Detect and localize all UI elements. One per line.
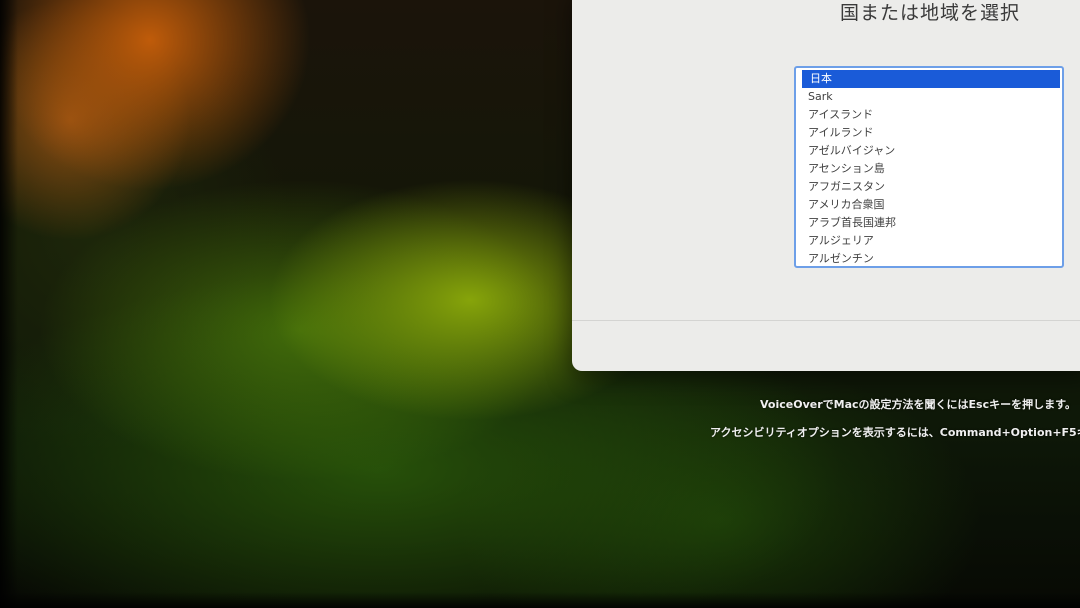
- country-list-item[interactable]: アルゼンチン: [796, 250, 1062, 266]
- country-list[interactable]: 日本 Sark アイスランド アイルランド アゼルバイジャン アセンション島 ア…: [794, 66, 1064, 268]
- country-list-item[interactable]: アセンション島: [796, 160, 1062, 178]
- country-list-item[interactable]: アラブ首長国連邦: [796, 214, 1062, 232]
- country-list-item[interactable]: アフガニスタン: [796, 178, 1062, 196]
- voiceover-hint: VoiceOverでMacの設定方法を聞くにはEscキーを押します。: [760, 398, 1076, 411]
- country-list-item[interactable]: アイスランド: [796, 106, 1062, 124]
- country-list-item[interactable]: Sark: [796, 88, 1062, 106]
- country-list-item[interactable]: アルジェリア: [796, 232, 1062, 250]
- country-list-item[interactable]: アイルランド: [796, 124, 1062, 142]
- screen-bezel-bottom: [0, 592, 1080, 608]
- screen-bezel-left: [0, 0, 18, 608]
- dialog-title: 国または地域を選択: [840, 2, 1021, 24]
- country-selection-dialog: 国または地域を選択 日本 Sark アイスランド アイルランド アゼルバイジャン…: [572, 0, 1080, 371]
- accessibility-hint: アクセシビリティオプションを表示するには、Command+Option+F5キー…: [710, 426, 1080, 439]
- country-list-item[interactable]: アゼルバイジャン: [796, 142, 1062, 160]
- country-list-item[interactable]: アメリカ合衆国: [796, 196, 1062, 214]
- dialog-divider: [572, 320, 1080, 321]
- country-list-item-selected[interactable]: 日本: [802, 70, 1060, 88]
